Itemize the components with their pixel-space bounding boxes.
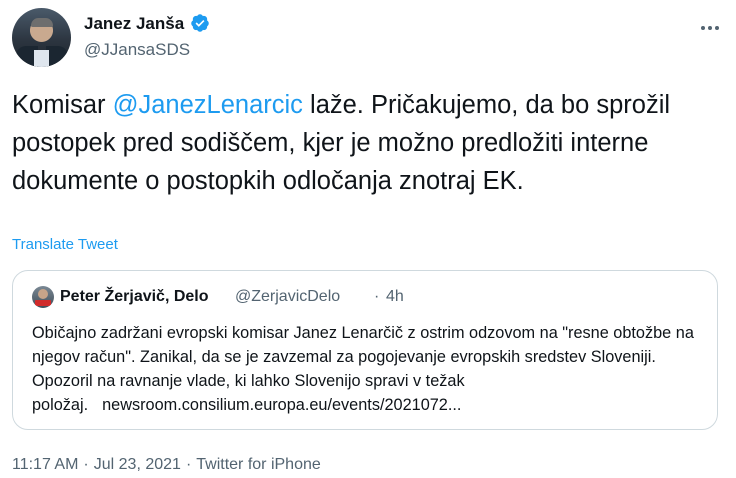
verified-badge-icon [191, 14, 209, 32]
avatar-face [38, 289, 48, 299]
tweet-text-start: Komisar [12, 91, 113, 119]
quote-separator: · [374, 288, 380, 305]
quote-author-name: Peter Žerjavič, Delo [60, 288, 209, 305]
quote-link[interactable]: newsroom.consilium.europa.eu/events/2021… [102, 396, 461, 414]
quote-time: 4h [386, 288, 404, 305]
dot [708, 26, 712, 30]
quoted-tweet[interactable]: Peter Žerjavič, Delo @ZerjavicDelo · 4h … [12, 270, 718, 430]
tweet-metadata: 11:17 AM · Jul 23, 2021 · Twitter for iPhone [12, 456, 321, 474]
quote-author-handle: @ZerjavicDelo [235, 288, 341, 305]
avatar-suit-right [46, 46, 68, 67]
avatar-hair [31, 18, 53, 27]
more-options-icon[interactable] [692, 10, 728, 46]
quote-text: Običajno zadržani evropski komisar Janez… [32, 321, 712, 417]
author-name[interactable]: Janez Janša [84, 14, 184, 34]
meta-separator: · [185, 456, 192, 473]
translate-tweet-link[interactable]: Translate Tweet [12, 236, 118, 253]
avatar-logo [35, 300, 51, 306]
tweet-source[interactable]: Twitter for iPhone [196, 456, 321, 473]
author-avatar[interactable] [12, 8, 71, 67]
mention-link[interactable]: @JanezLenarcic [113, 91, 303, 119]
dot [715, 26, 719, 30]
meta-separator: · [83, 456, 89, 473]
tweet-text: Komisar @JanezLenarcic laže. Pričakujemo… [12, 86, 712, 200]
tweet-time[interactable]: 11:17 AM [12, 456, 78, 473]
avatar-shirt [34, 50, 49, 67]
quote-author-avatar [32, 286, 54, 308]
tweet-date[interactable]: Jul 23, 2021 [94, 456, 181, 473]
author-handle[interactable]: @JJansaSDS [84, 40, 190, 60]
dot [701, 26, 705, 30]
